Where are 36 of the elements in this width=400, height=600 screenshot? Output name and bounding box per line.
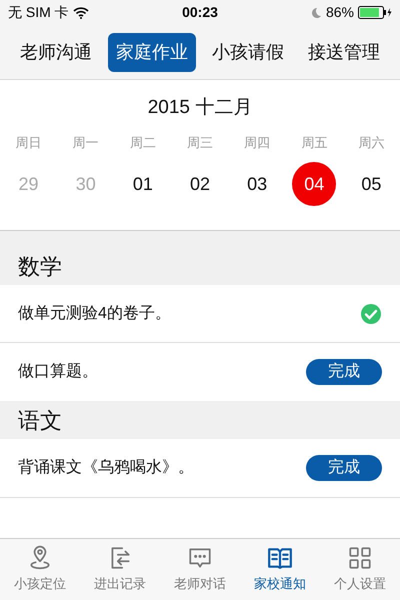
subject-header: 语文 <box>0 401 400 439</box>
calendar-day[interactable]: 02 <box>178 162 222 206</box>
battery-percent: 86% <box>326 3 354 22</box>
month-title: 2015 十二月 <box>146 96 254 120</box>
wifi-icon <box>72 6 89 18</box>
top-tab[interactable]: 接送管理 <box>300 32 388 72</box>
grid-icon <box>347 545 373 572</box>
bottom-tab[interactable]: 个人设置 <box>320 539 400 600</box>
complete-button[interactable]: 完成 <box>306 455 382 481</box>
weekday-label: 周三 <box>186 134 214 152</box>
calendar-day[interactable]: 03 <box>235 162 280 206</box>
top-tab[interactable]: 家庭作业 <box>108 32 196 72</box>
bottom-tab[interactable]: 进出记录 <box>80 539 160 600</box>
bottom-tab[interactable]: 老师对话 <box>160 539 240 600</box>
calendar-day[interactable]: 05 <box>349 162 394 206</box>
task-text: 做口算题。 <box>18 362 98 382</box>
task-text: 背诵课文《乌鸦喝水》。 <box>18 458 194 478</box>
bottom-tab[interactable]: 小孩定位 <box>0 539 80 600</box>
weekday-label: 周六 <box>357 134 386 152</box>
calendar-day[interactable]: 01 <box>120 162 165 206</box>
weekday-label: 周四 <box>243 134 272 152</box>
top-tab[interactable]: 老师沟通 <box>12 32 100 72</box>
clock-time: 00:23 <box>182 3 218 22</box>
task-text: 做单元测验4的卷子。 <box>18 304 171 324</box>
bottom-tab[interactable]: 家校通知 <box>240 539 320 600</box>
weekday-label: 周一 <box>72 134 100 152</box>
complete-button[interactable]: 完成 <box>306 359 382 385</box>
calendar-day[interactable]: 04 <box>292 162 336 206</box>
weekday-label: 周二 <box>128 134 157 152</box>
weekday-label: 周五 <box>300 134 328 152</box>
battery-icon <box>358 6 392 19</box>
carrier-label: 无 SIM 卡 <box>8 3 69 22</box>
moon-icon <box>310 6 322 18</box>
top-tab[interactable]: 小孩请假 <box>204 32 292 72</box>
subject-header: 数学 <box>0 247 400 285</box>
weekday-label: 周日 <box>14 134 43 152</box>
